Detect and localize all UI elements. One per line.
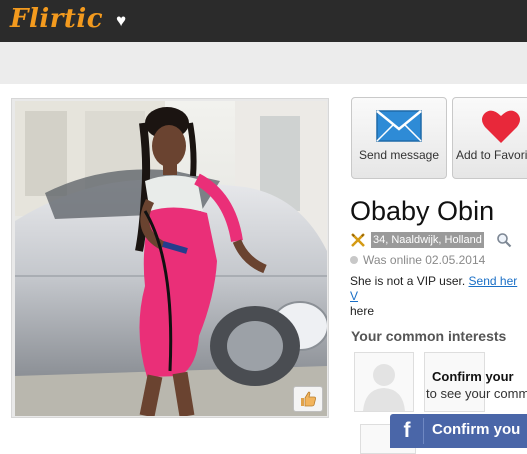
sub-navigation-bar — [0, 42, 527, 84]
search-icon[interactable] — [496, 232, 512, 248]
thumbs-up-icon — [301, 391, 316, 407]
facebook-separator — [423, 418, 424, 444]
online-status: Was online 02.05.2014 — [363, 253, 486, 267]
common-interests-title: Your common interests — [351, 328, 507, 344]
facebook-confirm-label: Confirm you — [432, 421, 521, 438]
send-message-button[interactable]: Send message — [351, 97, 447, 179]
interest-avatar-1[interactable] — [354, 352, 414, 412]
like-photo-button[interactable] — [293, 386, 323, 412]
add-to-favorites-label: Add to Favorit — [456, 148, 527, 162]
heart-icon — [482, 110, 520, 143]
vip-status: She is not a VIP user. Send her Vhere — [350, 274, 527, 319]
profile-name: Obaby Obin — [350, 196, 495, 226]
facebook-confirm-button[interactable]: f Confirm you — [390, 414, 527, 448]
confirm-subtitle: to see your comm — [426, 386, 527, 401]
online-status-row: Was online 02.05.2014 — [350, 253, 485, 267]
send-message-label: Send message — [358, 148, 440, 162]
top-bar: Flirtic ♥ — [0, 0, 527, 42]
profile-photo[interactable] — [15, 101, 327, 416]
online-status-icon — [350, 256, 358, 264]
vip-text: She is not a VIP user. — [350, 274, 466, 288]
facebook-icon: f — [403, 419, 411, 442]
heart-icon: ♥ — [116, 11, 127, 30]
add-to-favorites-button[interactable]: Add to Favorit — [452, 97, 527, 179]
envelope-icon — [376, 110, 422, 142]
vip-link-tail: here — [350, 304, 375, 318]
age-location: 34, Naaldwijk, Holland — [371, 232, 484, 248]
confirm-title: Confirm your — [432, 369, 514, 384]
logo[interactable]: Flirtic — [10, 4, 103, 34]
crossed-swords-icon — [351, 233, 365, 247]
user-silhouette-icon — [363, 364, 405, 411]
